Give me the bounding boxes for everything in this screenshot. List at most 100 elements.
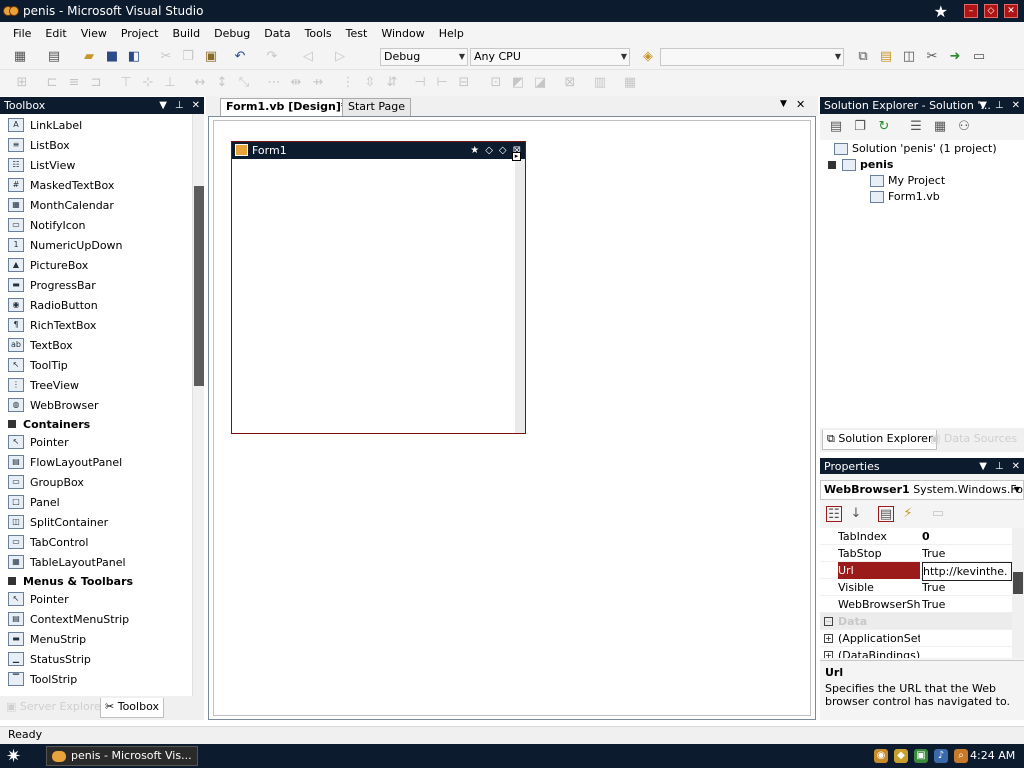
open-file-icon[interactable]: ▰	[81, 49, 97, 65]
vspacing-decrease-icon[interactable]: ⇵	[384, 75, 400, 91]
minimize-button[interactable]: –	[964, 4, 978, 18]
object-browser-icon[interactable]: ◫	[901, 49, 917, 65]
solution-node[interactable]: Solution 'penis' (1 project)	[834, 142, 997, 155]
align-grid-icon[interactable]: ⊞	[14, 75, 30, 91]
close-document-icon[interactable]: ✕	[796, 98, 805, 111]
save-icon[interactable]: ■	[104, 49, 120, 65]
menu-data[interactable]: Data	[257, 27, 297, 40]
toolbox-item-radiobutton[interactable]: ◉ RadioButton	[0, 295, 192, 315]
hspacing-decrease-icon[interactable]: ⇸	[310, 75, 326, 91]
toolbox-close-icon[interactable]: ✕	[192, 97, 200, 114]
tab-form1-design[interactable]: Form1.vb [Design]*	[220, 98, 353, 116]
toolbox-item-numericupdown[interactable]: 1 NumericUpDown	[0, 235, 192, 255]
toolbox-item-pointer[interactable]: ↖ Pointer	[0, 589, 192, 609]
same-height-icon[interactable]: ↕	[214, 75, 230, 91]
menu-help[interactable]: Help	[432, 27, 471, 40]
view-code-icon[interactable]: ☰	[908, 119, 924, 135]
tab-data-sources[interactable]: ▣ Data Sources	[926, 430, 1021, 450]
property-row[interactable]: +(ApplicationSetti	[820, 630, 1012, 647]
props-dropdown-icon[interactable]: ▼	[979, 458, 987, 475]
command-window-icon[interactable]: ▭	[971, 49, 987, 65]
toolbox-category-containers[interactable]: Containers	[0, 415, 192, 433]
redo-icon[interactable]: ↷	[264, 49, 280, 65]
alphabetical-icon[interactable]: ↓	[848, 506, 864, 522]
categorized-icon[interactable]: ☷	[826, 506, 842, 522]
toolbox-item-flowlayoutpanel[interactable]: ▤ FlowLayoutPanel	[0, 452, 192, 472]
cut-icon[interactable]: ✂	[158, 49, 174, 65]
toolbox-item-contextmenustrip[interactable]: ▤ ContextMenuStrip	[0, 609, 192, 629]
property-row[interactable]: WebBrowserSho True	[820, 596, 1012, 613]
toolbox-item-linklabel[interactable]: A LinkLabel	[0, 115, 192, 135]
platform-select[interactable]: Any CPU ▼	[470, 48, 630, 66]
expand-icon[interactable]: +	[824, 634, 833, 643]
props-close-icon[interactable]: ✕	[1012, 458, 1020, 475]
tab-solution-explorer[interactable]: ⧉ Solution Explorer	[822, 430, 938, 450]
align-lefts-icon[interactable]: ⊏	[44, 75, 60, 91]
new-project-icon[interactable]: ▦	[12, 49, 28, 65]
volume-icon[interactable]: ♪	[934, 749, 948, 763]
add-item-icon[interactable]: ▤	[46, 49, 62, 65]
align-middles-icon[interactable]: ⊹	[140, 75, 156, 91]
form1-designer[interactable]: Form1 ★ ◇ ◇ ⊠ ▸	[231, 141, 526, 434]
toolbox-item-statusstrip[interactable]: ▁ StatusStrip	[0, 649, 192, 669]
menu-tools[interactable]: Tools	[298, 27, 339, 40]
expand-icon[interactable]: +	[824, 651, 833, 658]
toolbox-item-listview[interactable]: ☷ ListView	[0, 155, 192, 175]
toolbox-item-tooltip[interactable]: ↖ ToolTip	[0, 355, 192, 375]
property-row[interactable]: + (DataBindings)	[820, 647, 1012, 658]
view-designer-icon[interactable]: ▦	[932, 119, 948, 135]
toolbox-item-tablelayoutpanel[interactable]: ▦ TableLayoutPanel	[0, 552, 192, 572]
form1-node[interactable]: Form1.vb	[870, 190, 940, 203]
toolbox-item-listbox[interactable]: ≡ ListBox	[0, 135, 192, 155]
menu-edit[interactable]: Edit	[38, 27, 73, 40]
network-icon[interactable]: ▣	[914, 749, 928, 763]
object-selector[interactable]: WebBrowser1 System.Windows.Fo ▼	[820, 480, 1024, 500]
solution-explorer-icon[interactable]: ⧉	[855, 49, 871, 65]
my-project-node[interactable]: My Project	[870, 174, 945, 187]
smart-tag-glyph[interactable]: ▸	[512, 152, 521, 161]
property-row[interactable]: Visible True	[820, 579, 1012, 596]
config-select[interactable]: Debug ▼	[380, 48, 468, 66]
find-combo[interactable]: ▼	[660, 48, 844, 66]
events-icon[interactable]: ⚡	[900, 506, 916, 522]
menu-debug[interactable]: Debug	[207, 27, 257, 40]
property-pages-icon[interactable]: ▭	[930, 506, 946, 522]
toolbox-item-tabcontrol[interactable]: ▭ TabControl	[0, 532, 192, 552]
toolbox-item-richtextbox[interactable]: ¶ RichTextBox	[0, 315, 192, 335]
toolbox-item-progressbar[interactable]: ▬ ProgressBar	[0, 275, 192, 295]
toolbox-item-panel[interactable]: □ Panel	[0, 492, 192, 512]
toolbox-item-splitcontainer[interactable]: ◫ SplitContainer	[0, 512, 192, 532]
vspacing-increase-icon[interactable]: ⇳	[362, 75, 378, 91]
se-pin-icon[interactable]: ⊥	[995, 97, 1004, 114]
toolbox-item-groupbox[interactable]: ▭ GroupBox	[0, 472, 192, 492]
toolbox-item-treeview[interactable]: ⋮ TreeView	[0, 375, 192, 395]
menu-build[interactable]: Build	[165, 27, 207, 40]
menu-test[interactable]: Test	[339, 27, 375, 40]
toolbox-item-pointer[interactable]: ↖ Pointer	[0, 432, 192, 452]
start-button[interactable]: ✷	[6, 746, 21, 767]
property-row-selected[interactable]: Url http://kevinthe.	[820, 562, 1012, 581]
properties-icon[interactable]: ▤	[828, 119, 844, 135]
find-in-files-icon[interactable]: ◈	[640, 49, 656, 65]
toolbox-icon[interactable]: ✂	[924, 49, 940, 65]
tab-list-icon[interactable]: ▼	[780, 99, 787, 109]
property-row[interactable]: TabIndex 0	[820, 528, 1012, 545]
same-size-icon[interactable]: ⤡	[236, 75, 252, 91]
align-rights-icon[interactable]: ⊐	[88, 75, 104, 91]
toolbox-dropdown-icon[interactable]: ▼	[159, 97, 167, 114]
same-width-icon[interactable]: ↔	[192, 75, 208, 91]
vspacing-equal-icon[interactable]: ⋮	[340, 75, 356, 91]
bring-to-front-icon[interactable]: ◩	[510, 75, 526, 91]
shield-icon[interactable]: ◆	[894, 749, 908, 763]
toolbox-item-textbox[interactable]: ab TextBox	[0, 335, 192, 355]
se-close-icon[interactable]: ✕	[1012, 97, 1020, 114]
taskbar-task-vs[interactable]: penis - Microsoft Vis...	[46, 746, 198, 766]
lock-controls-icon[interactable]: ⊠	[562, 75, 578, 91]
hspacing-equal-icon[interactable]: ⋯	[266, 75, 282, 91]
toolbox-item-monthcalendar[interactable]: ▦ MonthCalendar	[0, 195, 192, 215]
undo-icon[interactable]: ↶	[232, 49, 248, 65]
hspacing-remove-icon[interactable]: ⊣	[412, 75, 428, 91]
toolbox-item-toolstrip[interactable]: ▔ ToolStrip	[0, 669, 192, 689]
property-row[interactable]: TabStop True	[820, 545, 1012, 562]
align-centers-icon[interactable]: ≡	[66, 75, 82, 91]
